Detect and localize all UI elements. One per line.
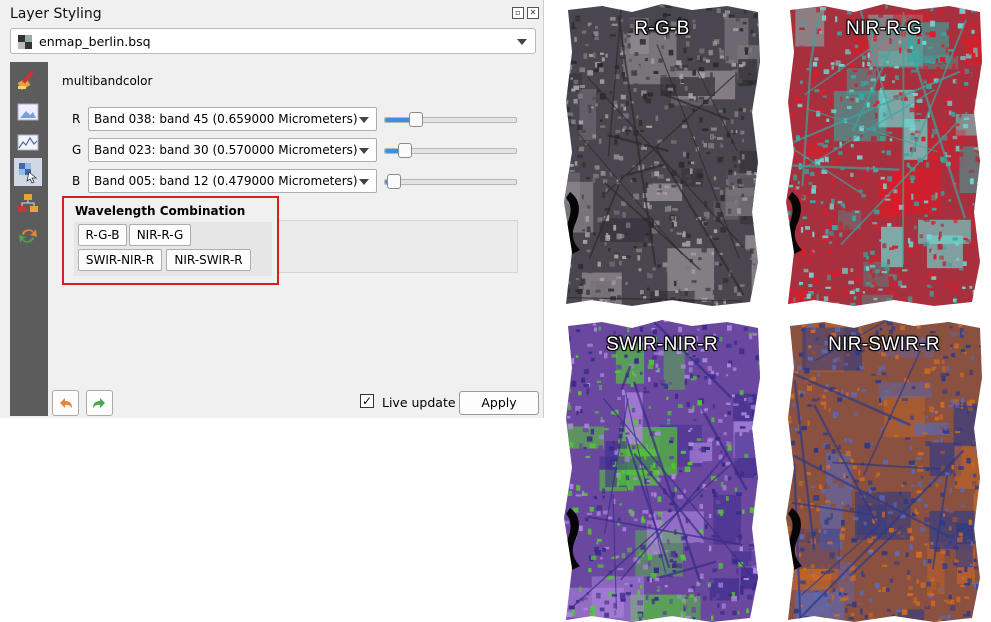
blue-band-slider[interactable] [384, 174, 517, 189]
band-letter: B [72, 174, 81, 188]
nir-r-g-button[interactable]: NIR-R-G [129, 224, 191, 246]
raster-symbology-icon[interactable] [14, 158, 42, 186]
layer-styling-panel: Layer Styling ▫ ✕ enmap_berlin.bsq multi… [0, 0, 544, 418]
redo-button[interactable] [86, 390, 113, 416]
band-row-green: G Band 023: band 30 (0.570000 Micrometer… [62, 138, 532, 162]
chevron-down-icon [517, 39, 527, 45]
redo-icon [93, 398, 105, 408]
slider-handle[interactable] [409, 112, 424, 127]
window-buttons: ▫ ✕ [512, 7, 539, 19]
slider-handle[interactable] [397, 143, 412, 158]
map-label: NIR-R-G [846, 18, 922, 39]
map-canvas [564, 4, 760, 306]
band-letter: R [72, 112, 81, 126]
undo-icon [60, 398, 72, 408]
band-row-red: R Band 038: band 45 (0.659000 Micrometer… [62, 107, 532, 131]
swir-nir-r-button[interactable]: SWIR-NIR-R [78, 249, 162, 271]
wavelength-title: Wavelength Combination [75, 204, 246, 218]
layer-name: enmap_berlin.bsq [39, 34, 151, 49]
live-update-label: Live update [382, 395, 456, 410]
paintbrush-icon[interactable] [14, 66, 42, 94]
panel-title: Layer Styling [10, 6, 102, 22]
map-canvas [564, 320, 760, 622]
map-canvas [786, 4, 982, 306]
nir-swir-r-button[interactable]: NIR-SWIR-R [166, 249, 251, 271]
band-row-blue: B Band 005: band 12 (0.479000 Micrometer… [62, 169, 532, 193]
map-label: R-G-B [634, 18, 690, 39]
band-letter: G [72, 143, 82, 157]
band-label: Band 005: band 12 (0.479000 Micrometers) [94, 174, 358, 188]
slider-handle[interactable] [387, 174, 402, 189]
chevron-down-icon [359, 117, 369, 123]
map-canvas [786, 320, 982, 622]
chevron-down-icon [359, 148, 369, 154]
image-icon[interactable] [14, 98, 42, 126]
layer-tree-icon[interactable] [14, 190, 42, 218]
apply-button[interactable]: Apply [459, 391, 539, 415]
rgb-button[interactable]: R-G-B [78, 224, 127, 246]
red-band-select[interactable]: Band 038: band 45 (0.659000 Micrometers) [88, 107, 377, 131]
green-band-select[interactable]: Band 023: band 30 (0.570000 Micrometers) [88, 138, 377, 162]
swir-nir-r-composite-image: SWIR-NIR-R [562, 318, 762, 622]
renderer-type: multibandcolor [62, 74, 153, 88]
red-band-slider[interactable] [384, 112, 517, 127]
layer-select[interactable]: enmap_berlin.bsq [10, 28, 536, 54]
rgb-composite-image: R-G-B [562, 2, 762, 306]
live-update-checkbox[interactable]: ✓ [360, 394, 374, 408]
wavelength-combination-box: Wavelength Combination R-G-B NIR-R-G SWI… [62, 196, 279, 285]
refresh-icon[interactable] [14, 222, 42, 250]
blue-band-select[interactable]: Band 005: band 12 (0.479000 Micrometers) [88, 169, 377, 193]
chevron-down-icon [359, 179, 369, 185]
band-label: Band 023: band 30 (0.570000 Micrometers) [94, 143, 358, 157]
float-icon[interactable]: ▫ [512, 7, 524, 19]
panel-titlebar: Layer Styling ▫ ✕ [0, 0, 543, 26]
nir-r-g-composite-image: NIR-R-G [784, 2, 984, 306]
close-icon[interactable]: ✕ [527, 7, 539, 19]
style-toolbar [10, 62, 48, 416]
band-label: Band 038: band 45 (0.659000 Micrometers) [94, 112, 358, 126]
green-band-slider[interactable] [384, 143, 517, 158]
raster-layer-icon [18, 35, 32, 49]
map-label: SWIR-NIR-R [606, 334, 718, 355]
nir-swir-r-composite-image: NIR-SWIR-R [784, 318, 984, 622]
histogram-icon[interactable] [14, 128, 42, 156]
map-label: NIR-SWIR-R [828, 334, 940, 355]
wavelength-button-area: R-G-B NIR-R-G SWIR-NIR-R NIR-SWIR-R [74, 222, 272, 276]
undo-button[interactable] [52, 390, 79, 416]
